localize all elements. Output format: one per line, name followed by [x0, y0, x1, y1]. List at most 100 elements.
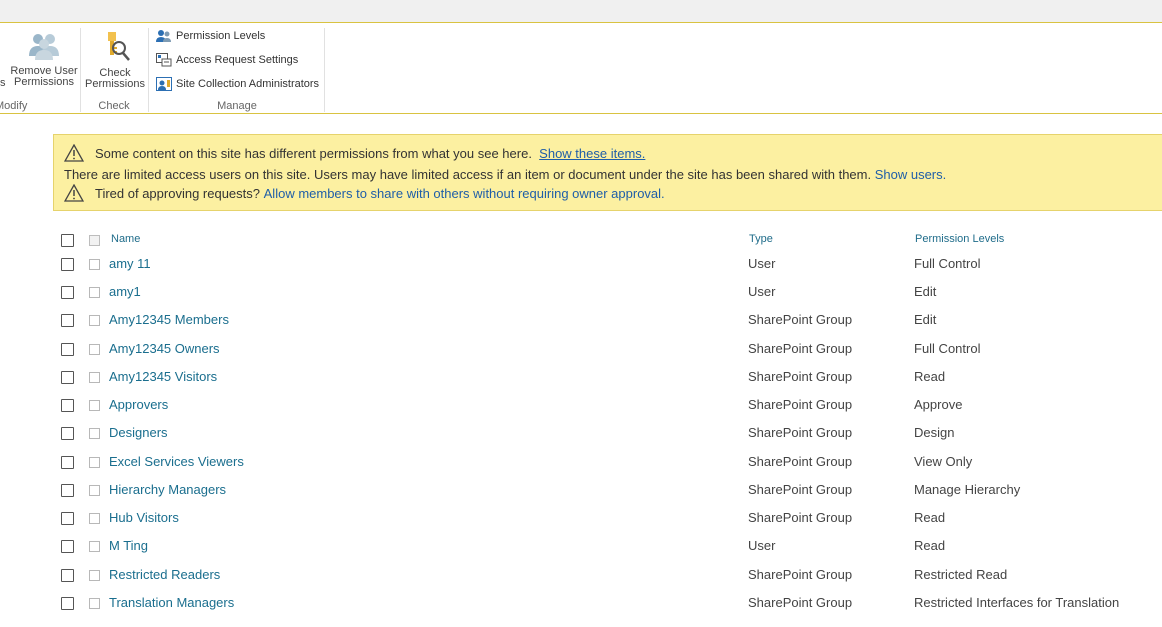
row-permission: Restricted Read — [914, 567, 1008, 582]
row-name-link[interactable]: M Ting — [109, 538, 148, 553]
access-request-settings-button[interactable]: Access Request Settings — [156, 51, 298, 69]
row-permission: Manage Hierarchy — [914, 482, 1021, 497]
partial-button-label: s — [0, 77, 6, 89]
select-all-checkbox[interactable] — [61, 234, 74, 247]
site-collection-admins-icon — [156, 77, 172, 91]
row-type: SharePoint Group — [748, 567, 853, 582]
row-type: SharePoint Group — [748, 312, 853, 327]
column-header-permission-levels[interactable]: Permission Levels — [915, 233, 1004, 245]
table-row[interactable]: Amy12345 Owners SharePoint Group Full Co… — [0, 337, 1162, 365]
row-permission: Read — [914, 369, 946, 384]
row-name-link[interactable]: Amy12345 Visitors — [109, 369, 217, 384]
row-item-checkbox[interactable] — [89, 457, 100, 468]
notice-line-limited-access: There are limited access users on this s… — [64, 166, 947, 182]
table-row[interactable]: Amy12345 Visitors SharePoint Group Read — [0, 365, 1162, 393]
row-name-link[interactable]: Designers — [109, 425, 168, 440]
row-checkbox[interactable] — [61, 314, 74, 327]
row-checkbox[interactable] — [61, 343, 74, 356]
row-checkbox[interactable] — [61, 427, 74, 440]
row-permission: Read — [914, 510, 946, 525]
row-checkbox[interactable] — [61, 286, 74, 299]
table-row[interactable]: Hierarchy Managers SharePoint Group Mana… — [0, 478, 1162, 506]
row-type: SharePoint Group — [748, 454, 853, 469]
row-checkbox[interactable] — [61, 371, 74, 384]
row-type: SharePoint Group — [748, 595, 853, 610]
row-checkbox[interactable] — [61, 484, 74, 497]
row-checkbox[interactable] — [61, 540, 74, 553]
check-permissions-button[interactable]: Check Permissions — [85, 30, 145, 90]
row-item-checkbox[interactable] — [89, 259, 100, 270]
row-checkbox[interactable] — [61, 597, 74, 610]
column-header-name[interactable]: Name — [111, 233, 140, 245]
table-row[interactable]: amy1 User Edit — [0, 280, 1162, 308]
row-item-checkbox[interactable] — [89, 598, 100, 609]
ribbon-group-modify: s Remove User Permissions Modify — [0, 24, 80, 114]
table-row[interactable]: amy 11 User Full Control — [0, 252, 1162, 280]
row-name-link[interactable]: Restricted Readers — [109, 567, 220, 582]
row-checkbox[interactable] — [61, 512, 74, 525]
row-name-link[interactable]: Excel Services Viewers — [109, 454, 244, 469]
row-type: SharePoint Group — [748, 510, 853, 525]
permission-levels-button[interactable]: Permission Levels — [156, 27, 265, 45]
warning-icon — [64, 144, 84, 162]
permission-levels-icon — [156, 30, 171, 42]
row-name-link[interactable]: Translation Managers — [109, 595, 234, 610]
row-item-checkbox[interactable] — [89, 287, 100, 298]
row-item-checkbox[interactable] — [89, 541, 100, 552]
table-row[interactable]: M Ting User Read — [0, 534, 1162, 562]
table-row[interactable]: Approvers SharePoint Group Approve — [0, 393, 1162, 421]
notice-line-approving-requests: Tired of approving requests? Allow membe… — [64, 184, 665, 202]
row-name-link[interactable]: Amy12345 Members — [109, 312, 229, 327]
row-name-link[interactable]: Hub Visitors — [109, 510, 179, 525]
row-name-link[interactable]: Approvers — [109, 397, 168, 412]
allow-members-to-share-link[interactable]: Allow members to share with others witho… — [264, 186, 665, 201]
row-item-checkbox[interactable] — [89, 513, 100, 524]
row-checkbox[interactable] — [61, 399, 74, 412]
site-collection-admins-button[interactable]: Site Collection Administrators — [156, 75, 319, 93]
table-row[interactable]: Hub Visitors SharePoint Group Read — [0, 506, 1162, 534]
remove-users-icon — [29, 34, 59, 60]
row-name-link[interactable]: Hierarchy Managers — [109, 482, 226, 497]
row-checkbox[interactable] — [61, 569, 74, 582]
row-checkbox[interactable] — [61, 456, 74, 469]
row-name-link[interactable]: Amy12345 Owners — [109, 341, 220, 356]
show-users-link[interactable]: Show users. — [875, 167, 947, 182]
table-row[interactable]: Translation Managers SharePoint Group Re… — [0, 591, 1162, 619]
table-row[interactable]: Restricted Readers SharePoint Group Rest… — [0, 563, 1162, 591]
remove-user-permissions-button[interactable]: Remove User Permissions — [10, 30, 78, 88]
column-header-type[interactable]: Type — [749, 233, 773, 245]
table-row[interactable]: Designers SharePoint Group Design — [0, 421, 1162, 449]
row-item-checkbox[interactable] — [89, 315, 100, 326]
row-name-link[interactable]: amy1 — [109, 284, 141, 299]
row-permission: Full Control — [914, 256, 981, 271]
manage-group-label: Manage — [217, 100, 257, 112]
row-permission: View Only — [914, 454, 973, 469]
top-bar — [0, 0, 1162, 23]
row-permission: Design — [914, 425, 955, 440]
row-permission: Restricted Interfaces for Translation — [914, 595, 1120, 610]
row-item-checkbox[interactable] — [89, 485, 100, 496]
row-item-checkbox[interactable] — [89, 372, 100, 383]
table-row[interactable]: Amy12345 Members SharePoint Group Edit — [0, 308, 1162, 336]
row-type: SharePoint Group — [748, 425, 853, 440]
ribbon-group-manage: Permission Levels Access Request Setting… — [150, 24, 324, 114]
row-permission: Approve — [914, 397, 963, 412]
row-permission: Read — [914, 538, 946, 553]
row-item-checkbox[interactable] — [89, 344, 100, 355]
row-checkbox[interactable] — [61, 258, 74, 271]
ribbon-separator — [148, 28, 149, 112]
row-type: SharePoint Group — [748, 369, 853, 384]
header-item-checkbox[interactable] — [89, 235, 100, 246]
row-permission: Edit — [914, 284, 937, 299]
row-permission: Edit — [914, 312, 937, 327]
row-item-checkbox[interactable] — [89, 570, 100, 581]
row-type: SharePoint Group — [748, 341, 853, 356]
row-item-checkbox[interactable] — [89, 400, 100, 411]
show-these-items-link[interactable]: Show these items. — [539, 146, 645, 161]
table-row[interactable]: Excel Services Viewers SharePoint Group … — [0, 450, 1162, 478]
row-type: User — [748, 538, 776, 553]
ribbon-separator — [324, 28, 325, 112]
row-item-checkbox[interactable] — [89, 428, 100, 439]
row-name-link[interactable]: amy 11 — [109, 256, 151, 271]
ribbon: s Remove User Permissions Modify — [0, 24, 1162, 114]
